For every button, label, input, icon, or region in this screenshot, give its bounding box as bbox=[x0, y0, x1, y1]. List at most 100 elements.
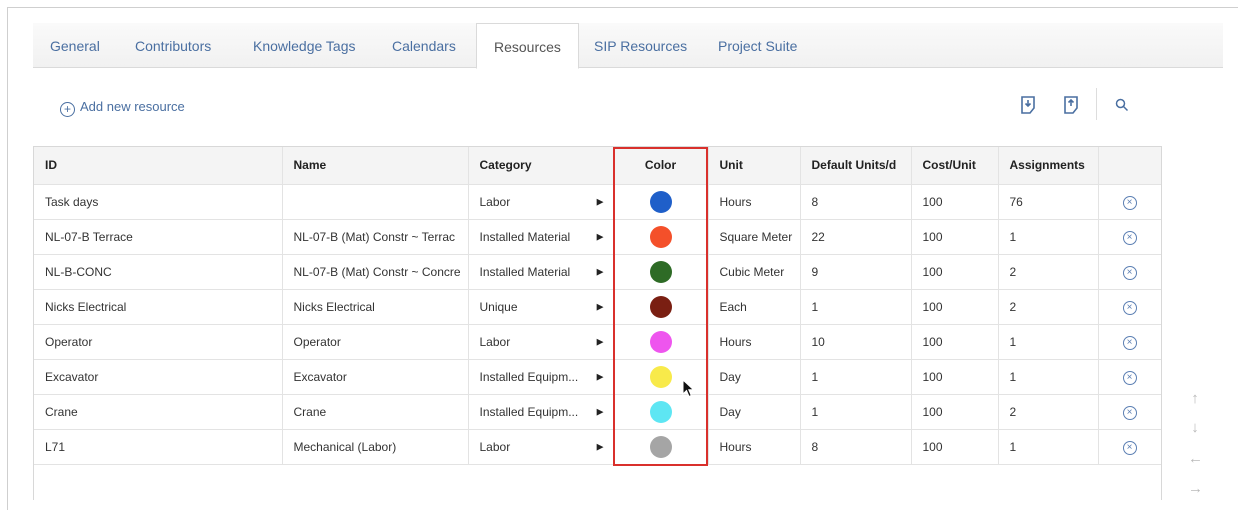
remove-circle-icon[interactable]: × bbox=[1122, 440, 1137, 455]
table-row[interactable]: Crane Crane Installed Equipm... ▶ Day 1 100 2 × bbox=[34, 394, 1161, 430]
cell-assignments[interactable]: 1 bbox=[998, 429, 1099, 465]
cell-cost-unit[interactable]: 100 bbox=[911, 219, 999, 255]
cell-cost-unit[interactable]: 100 bbox=[911, 394, 999, 430]
cell-assignments[interactable]: 76 bbox=[998, 184, 1099, 220]
cell-name[interactable]: NL-07-B (Mat) Constr ~ Terrac bbox=[282, 219, 469, 255]
cell-unit[interactable]: Square Meter bbox=[708, 219, 801, 255]
cell-unit[interactable]: Hours bbox=[708, 184, 801, 220]
cell-id[interactable]: Crane bbox=[34, 394, 283, 430]
cell-default-units[interactable]: 10 bbox=[800, 324, 912, 360]
cell-category[interactable]: Labor ▶ bbox=[468, 184, 614, 220]
caret-right-icon[interactable]: ▶ bbox=[597, 231, 604, 242]
table-row[interactable]: NL-B-CONC NL-07-B (Mat) Constr ~ Concre In… bbox=[34, 254, 1161, 290]
cell-category[interactable]: Installed Material ▶ bbox=[468, 219, 614, 255]
cell-category[interactable]: Labor ▶ bbox=[468, 429, 614, 465]
tab-calendars[interactable]: Calendars bbox=[392, 23, 456, 67]
cell-assignments[interactable]: 1 bbox=[998, 324, 1099, 360]
cell-unit[interactable]: Each bbox=[708, 289, 801, 325]
table-row[interactable]: Nicks Electrical Nicks Electrical Unique ▶ E… bbox=[34, 289, 1161, 325]
cell-category[interactable]: Installed Equipm... ▶ bbox=[468, 359, 614, 395]
cell-name[interactable]: Mechanical (Labor) bbox=[282, 429, 469, 465]
color-swatch[interactable] bbox=[649, 400, 672, 423]
table-row[interactable]: Operator Operator Labor ▶ Hours 10 100 1 × bbox=[34, 324, 1161, 360]
cell-assignments[interactable]: 2 bbox=[998, 289, 1099, 325]
tab-general[interactable]: General bbox=[50, 23, 100, 67]
cell-default-units[interactable]: 8 bbox=[800, 184, 912, 220]
caret-right-icon[interactable]: ▶ bbox=[597, 196, 604, 207]
cell-unit[interactable]: Day bbox=[708, 359, 801, 395]
remove-circle-icon[interactable]: × bbox=[1122, 230, 1137, 245]
cell-color[interactable] bbox=[613, 219, 709, 255]
cell-color[interactable] bbox=[613, 289, 709, 325]
move-right-icon[interactable]: → bbox=[1188, 480, 1203, 498]
caret-right-icon[interactable]: ▶ bbox=[597, 266, 604, 277]
header-default-units[interactable]: Default Units/d bbox=[800, 147, 912, 185]
color-swatch[interactable] bbox=[649, 225, 672, 248]
cell-category[interactable]: Installed Equipm... ▶ bbox=[468, 394, 614, 430]
color-swatch[interactable] bbox=[649, 330, 672, 353]
cell-name[interactable] bbox=[282, 184, 469, 220]
cell-cost-unit[interactable]: 100 bbox=[911, 429, 999, 465]
color-swatch[interactable] bbox=[649, 260, 672, 283]
cell-assignments[interactable]: 2 bbox=[998, 394, 1099, 430]
cell-color[interactable] bbox=[613, 254, 709, 290]
table-row[interactable]: Excavator Excavator Installed Equipm... ▶ Da… bbox=[34, 359, 1161, 395]
cell-category[interactable]: Installed Material ▶ bbox=[468, 254, 614, 290]
color-swatch[interactable] bbox=[649, 190, 672, 213]
remove-circle-icon[interactable]: × bbox=[1122, 300, 1137, 315]
remove-circle-icon[interactable]: × bbox=[1122, 335, 1137, 350]
cell-cost-unit[interactable]: 100 bbox=[911, 254, 999, 290]
cell-default-units[interactable]: 1 bbox=[800, 394, 912, 430]
cell-default-units[interactable]: 8 bbox=[800, 429, 912, 465]
cell-default-units[interactable]: 1 bbox=[800, 289, 912, 325]
cell-name[interactable]: Nicks Electrical bbox=[282, 289, 469, 325]
header-category[interactable]: Category bbox=[468, 147, 614, 185]
export-icon[interactable] bbox=[1021, 96, 1035, 114]
cell-id[interactable]: Nicks Electrical bbox=[34, 289, 283, 325]
cell-name[interactable]: Excavator bbox=[282, 359, 469, 395]
remove-circle-icon[interactable]: × bbox=[1122, 265, 1137, 280]
import-icon[interactable] bbox=[1064, 96, 1078, 114]
table-row[interactable]: Task days Labor ▶ Hours 8 100 76 × bbox=[34, 184, 1161, 220]
tab-sip-resources[interactable]: SIP Resources bbox=[594, 23, 687, 67]
cell-assignments[interactable]: 2 bbox=[998, 254, 1099, 290]
tab-resources[interactable]: Resources bbox=[476, 23, 579, 69]
cell-assignments[interactable]: 1 bbox=[998, 219, 1099, 255]
caret-right-icon[interactable]: ▶ bbox=[597, 336, 604, 347]
cell-cost-unit[interactable]: 100 bbox=[911, 184, 999, 220]
add-new-resource-button[interactable]: + Add new resource bbox=[60, 97, 185, 117]
header-color[interactable]: Color bbox=[613, 147, 709, 185]
header-unit[interactable]: Unit bbox=[708, 147, 801, 185]
table-row[interactable]: L71 Mechanical (Labor) Labor ▶ Hours 8 100 1 × bbox=[34, 429, 1161, 465]
move-up-icon[interactable]: ↑ bbox=[1188, 390, 1202, 408]
cell-category[interactable]: Labor ▶ bbox=[468, 324, 614, 360]
cell-id[interactable]: NL-07-B Terrace bbox=[34, 219, 283, 255]
cell-id[interactable]: Operator bbox=[34, 324, 283, 360]
cell-assignments[interactable]: 1 bbox=[998, 359, 1099, 395]
remove-circle-icon[interactable]: × bbox=[1122, 195, 1137, 210]
header-name[interactable]: Name bbox=[282, 147, 469, 185]
caret-right-icon[interactable]: ▶ bbox=[597, 406, 604, 417]
caret-right-icon[interactable]: ▶ bbox=[597, 371, 604, 382]
move-left-icon[interactable]: ← bbox=[1188, 450, 1203, 468]
color-swatch[interactable] bbox=[649, 295, 672, 318]
cell-id[interactable]: Excavator bbox=[34, 359, 283, 395]
cell-default-units[interactable]: 9 bbox=[800, 254, 912, 290]
tab-contributors[interactable]: Contributors bbox=[135, 23, 211, 67]
cell-color[interactable] bbox=[613, 429, 709, 465]
cell-cost-unit[interactable]: 100 bbox=[911, 359, 999, 395]
header-assignments[interactable]: Assignments bbox=[998, 147, 1099, 185]
remove-circle-icon[interactable]: × bbox=[1122, 370, 1137, 385]
cell-name[interactable]: Operator bbox=[282, 324, 469, 360]
cell-id[interactable]: Task days bbox=[34, 184, 283, 220]
caret-right-icon[interactable]: ▶ bbox=[597, 301, 604, 312]
cell-default-units[interactable]: 1 bbox=[800, 359, 912, 395]
cell-color[interactable] bbox=[613, 394, 709, 430]
cell-id[interactable]: NL-B-CONC bbox=[34, 254, 283, 290]
remove-circle-icon[interactable]: × bbox=[1122, 405, 1137, 420]
cell-category[interactable]: Unique ▶ bbox=[468, 289, 614, 325]
caret-right-icon[interactable]: ▶ bbox=[597, 441, 604, 452]
cell-unit[interactable]: Hours bbox=[708, 324, 801, 360]
header-id[interactable]: ID bbox=[34, 147, 283, 185]
cell-default-units[interactable]: 22 bbox=[800, 219, 912, 255]
